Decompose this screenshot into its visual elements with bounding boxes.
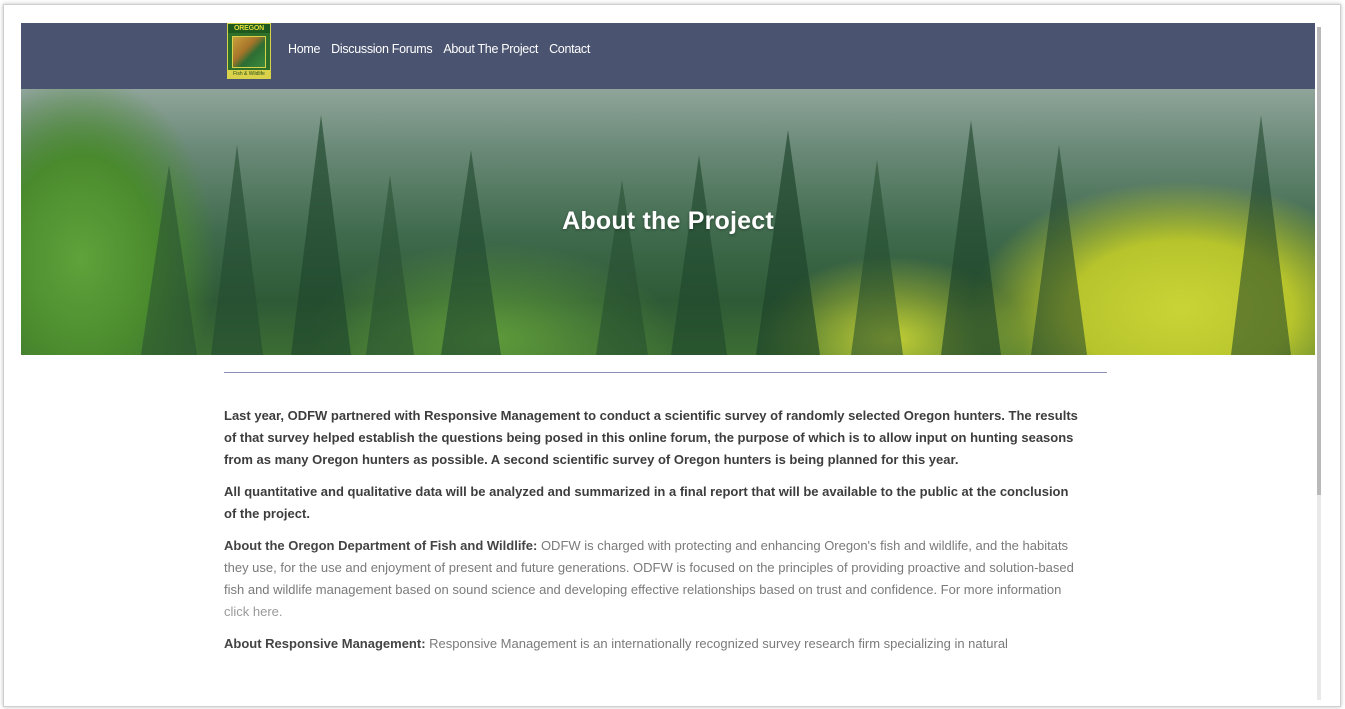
nav-discussion-forums-link[interactable]: Discussion Forums [331, 42, 432, 56]
scrollbar[interactable] [1317, 27, 1321, 700]
nav-about-project-link[interactable]: About The Project [443, 42, 538, 56]
hero-banner: About the Project [21, 89, 1315, 355]
rm-heading: About Responsive Management: [224, 636, 426, 651]
page: OREGON Fish & Wildlife Home Discussion F… [21, 23, 1315, 706]
logo-emblem [232, 36, 266, 68]
hero-tree-shape [756, 130, 820, 355]
rm-paragraph: About Responsive Management: Responsive … [224, 633, 1084, 655]
odfw-logo[interactable]: OREGON Fish & Wildlife [227, 23, 271, 79]
main-content: Last year, ODFW partnered with Responsiv… [224, 405, 1084, 665]
hero-tree-shape [1031, 145, 1087, 355]
odfw-heading: About the Oregon Department of Fish and … [224, 538, 538, 553]
hero-tree-shape [441, 150, 501, 355]
main-nav: Home Discussion Forums About The Project… [288, 42, 590, 56]
page-title: About the Project [562, 207, 774, 235]
rm-description: Responsive Management is an internationa… [425, 636, 1008, 651]
hero-tree-shape [366, 175, 414, 355]
nav-home-link[interactable]: Home [288, 42, 320, 56]
top-navbar: OREGON Fish & Wildlife Home Discussion F… [21, 23, 1315, 89]
hero-tree-shape [141, 165, 197, 355]
hero-tree-shape [851, 160, 903, 355]
logo-subtitle: Fish & Wildlife [228, 70, 270, 78]
hero-tree-shape [941, 120, 1001, 355]
title-divider [224, 372, 1107, 373]
hero-tree-shape [211, 145, 263, 355]
nav-contact-link[interactable]: Contact [549, 42, 590, 56]
browser-frame: OREGON Fish & Wildlife Home Discussion F… [3, 4, 1341, 707]
intro-paragraph: Last year, ODFW partnered with Responsiv… [224, 408, 1078, 467]
odfw-paragraph: About the Oregon Department of Fish and … [224, 535, 1084, 623]
logo-title: OREGON [228, 24, 270, 33]
hero-tree-shape [671, 155, 727, 355]
scrollbar-thumb[interactable] [1317, 27, 1321, 495]
click-here-link[interactable]: click here. [224, 604, 283, 619]
data-paragraph: All quantitative and qualitative data wi… [224, 484, 1069, 521]
